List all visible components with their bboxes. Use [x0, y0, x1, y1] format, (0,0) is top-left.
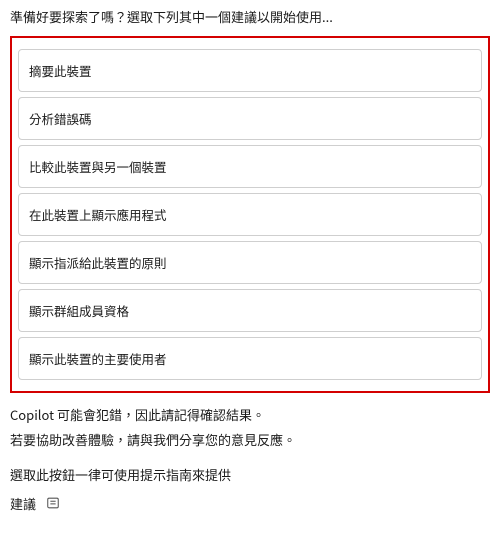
feedback-text: 若要協助改善體驗，請與我們分享您的意見反應。 — [10, 430, 490, 451]
suggestion-item[interactable]: 比較此裝置與另一個裝置 — [18, 145, 482, 188]
suggestion-item[interactable]: 顯示此裝置的主要使用者 — [18, 337, 482, 380]
prompt-guide-description: 選取此按鈕一律可使用提示指南來提供 — [10, 465, 490, 486]
suggestion-list-container: 摘要此裝置 分析錯誤碼 比較此裝置與另一個裝置 在此裝置上顯示應用程式 顯示指派… — [10, 36, 490, 393]
disclaimer-text: Copilot 可能會犯錯，因此請記得確認結果。 — [10, 405, 490, 426]
prompt-guide-icon — [46, 496, 60, 510]
suggestion-item[interactable]: 摘要此裝置 — [18, 49, 482, 92]
suggestion-item[interactable]: 顯示指派給此裝置的原則 — [18, 241, 482, 284]
intro-text: 準備好要探索了嗎？選取下列其中一個建議以開始使用... — [10, 8, 490, 26]
prompt-guide-row: 建議 — [10, 494, 490, 513]
suggestion-item[interactable]: 分析錯誤碼 — [18, 97, 482, 140]
prompt-guide-button[interactable] — [44, 494, 62, 512]
suggestion-item[interactable]: 在此裝置上顯示應用程式 — [18, 193, 482, 236]
prompt-guide-label: 建議 — [10, 494, 36, 513]
suggestion-item[interactable]: 顯示群組成員資格 — [18, 289, 482, 332]
